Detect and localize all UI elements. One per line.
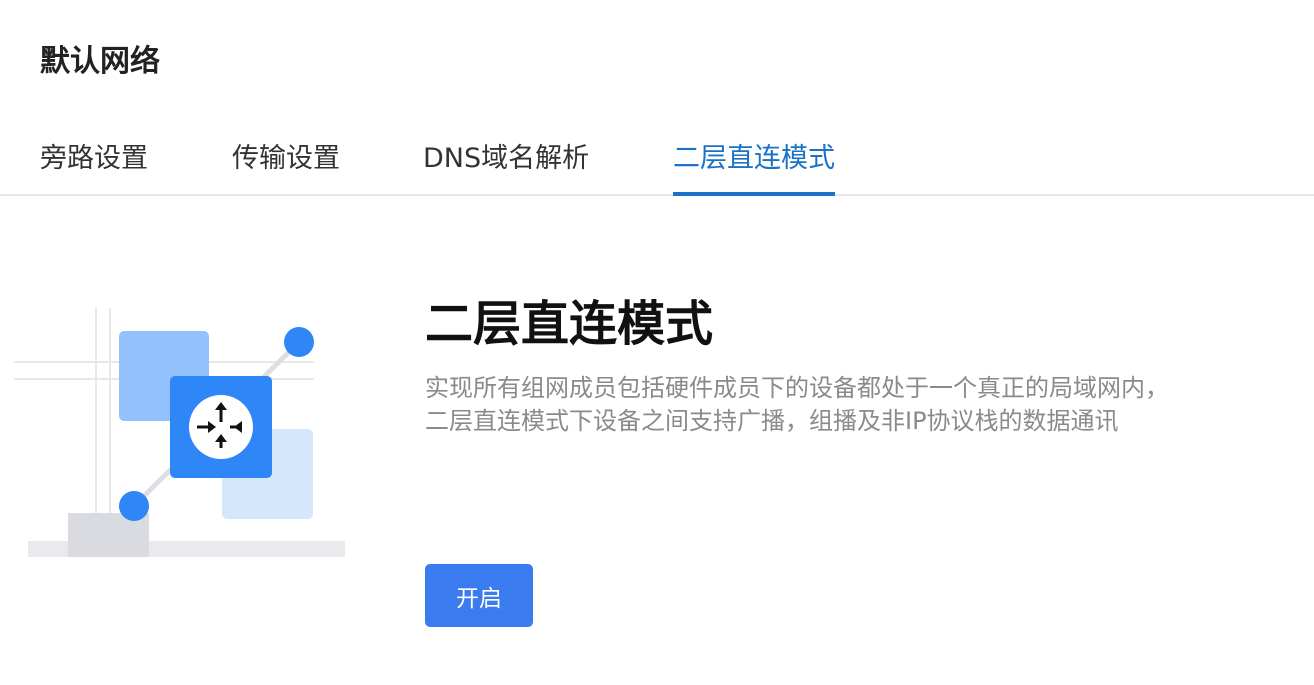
- settings-tabs: 旁路设置 传输设置 DNS域名解析 二层直连模式: [0, 130, 1314, 196]
- tab-layer2-direct-mode[interactable]: 二层直连模式: [673, 140, 835, 196]
- router-icon: [189, 395, 253, 459]
- tab-bypass-settings[interactable]: 旁路设置: [40, 140, 148, 196]
- layer2-network-illustration: [14, 308, 345, 557]
- description-line-2: 二层直连模式下设备之间支持广播，组播及非IP协议栈的数据通讯: [425, 407, 1119, 435]
- tab-transfer-settings[interactable]: 传输设置: [232, 140, 340, 196]
- page-title: 默认网络: [40, 44, 160, 79]
- feature-title: 二层直连模式: [425, 296, 714, 352]
- tab-dns-resolution[interactable]: DNS域名解析: [423, 140, 589, 196]
- feature-description: 实现所有组网成员包括硬件成员下的设备都处于一个真正的局域网内， 二层直连模式下设…: [425, 372, 1295, 438]
- enable-button[interactable]: 开启: [425, 564, 533, 627]
- network-settings-page: 默认网络 旁路设置 传输设置 DNS域名解析 二层直连模式 二层直连模式 实现所…: [0, 0, 1314, 685]
- description-line-1: 实现所有组网成员包括硬件成员下的设备都处于一个真正的局域网内，: [425, 374, 1169, 402]
